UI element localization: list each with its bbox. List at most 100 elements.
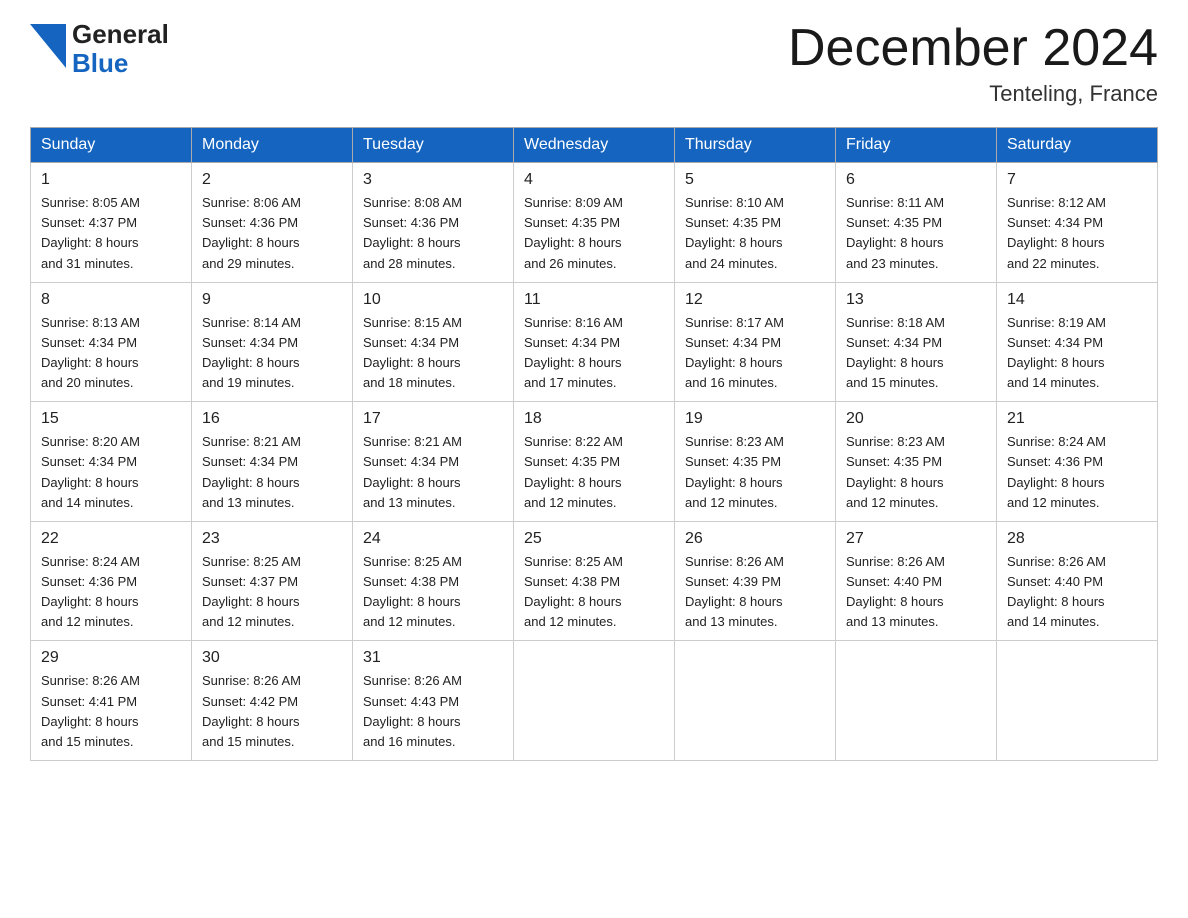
- day-info: Sunrise: 8:18 AM Sunset: 4:34 PM Dayligh…: [846, 313, 986, 394]
- day-number: 18: [524, 410, 664, 428]
- calendar-header-friday: Friday: [836, 128, 997, 163]
- calendar-cell: 13 Sunrise: 8:18 AM Sunset: 4:34 PM Dayli…: [836, 282, 997, 402]
- calendar-cell: 17Sunrise: 8:21 AM Sunset: 4:34 PM Dayli…: [353, 402, 514, 522]
- calendar-header-thursday: Thursday: [675, 128, 836, 163]
- day-number: 16: [202, 410, 342, 428]
- day-number: 19: [685, 410, 825, 428]
- day-info: Sunrise: 8:26 AM Sunset: 4:39 PM Dayligh…: [685, 552, 825, 633]
- calendar-cell: 26 Sunrise: 8:26 AM Sunset: 4:39 PM Dayli…: [675, 521, 836, 641]
- calendar-cell: 29Sunrise: 8:26 AM Sunset: 4:41 PM Dayli…: [31, 641, 192, 761]
- month-title: December 2024: [788, 20, 1158, 77]
- day-number: 23: [202, 530, 342, 548]
- day-info: Sunrise: 8:24 AM Sunset: 4:36 PM Dayligh…: [41, 552, 181, 633]
- calendar-cell: 1 Sunrise: 8:05 AM Sunset: 4:37 PM Daylig…: [31, 163, 192, 283]
- calendar-cell: 18 Sunrise: 8:22 AM Sunset: 4:35 PM Dayli…: [514, 402, 675, 522]
- day-number: 27: [846, 530, 986, 548]
- day-info: Sunrise: 8:14 AM Sunset: 4:34 PM Dayligh…: [202, 313, 342, 394]
- calendar-week-row: 22Sunrise: 8:24 AM Sunset: 4:36 PM Dayli…: [31, 521, 1158, 641]
- day-info: Sunrise: 8:22 AM Sunset: 4:35 PM Dayligh…: [524, 432, 664, 513]
- day-number: 7: [1007, 171, 1147, 189]
- calendar-cell: 10Sunrise: 8:15 AM Sunset: 4:34 PM Dayli…: [353, 282, 514, 402]
- calendar-cell: 3 Sunrise: 8:08 AM Sunset: 4:36 PM Daylig…: [353, 163, 514, 283]
- day-number: 1: [41, 171, 181, 189]
- calendar-week-row: 29Sunrise: 8:26 AM Sunset: 4:41 PM Dayli…: [31, 641, 1158, 761]
- calendar-week-row: 8 Sunrise: 8:13 AM Sunset: 4:34 PM Daylig…: [31, 282, 1158, 402]
- calendar-cell: 30Sunrise: 8:26 AM Sunset: 4:42 PM Dayli…: [192, 641, 353, 761]
- day-number: 31: [363, 649, 503, 667]
- calendar-header-wednesday: Wednesday: [514, 128, 675, 163]
- calendar-cell: 2Sunrise: 8:06 AM Sunset: 4:36 PM Daylig…: [192, 163, 353, 283]
- calendar-table: SundayMondayTuesdayWednesdayThursdayFrid…: [30, 127, 1158, 761]
- calendar-cell: 27 Sunrise: 8:26 AM Sunset: 4:40 PM Dayli…: [836, 521, 997, 641]
- day-number: 5: [685, 171, 825, 189]
- day-info: Sunrise: 8:11 AM Sunset: 4:35 PM Dayligh…: [846, 193, 986, 274]
- day-info: Sunrise: 8:25 AM Sunset: 4:37 PM Dayligh…: [202, 552, 342, 633]
- day-info: Sunrise: 8:13 AM Sunset: 4:34 PM Dayligh…: [41, 313, 181, 394]
- day-info: Sunrise: 8:12 AM Sunset: 4:34 PM Dayligh…: [1007, 193, 1147, 274]
- day-number: 13: [846, 291, 986, 309]
- logo: General Blue: [30, 20, 169, 77]
- day-info: Sunrise: 8:26 AM Sunset: 4:40 PM Dayligh…: [1007, 552, 1147, 633]
- calendar-cell: 31 Sunrise: 8:26 AM Sunset: 4:43 PM Dayli…: [353, 641, 514, 761]
- calendar-week-row: 1 Sunrise: 8:05 AM Sunset: 4:37 PM Daylig…: [31, 163, 1158, 283]
- day-number: 3: [363, 171, 503, 189]
- calendar-header-tuesday: Tuesday: [353, 128, 514, 163]
- calendar-cell: 11 Sunrise: 8:16 AM Sunset: 4:34 PM Dayli…: [514, 282, 675, 402]
- calendar-cell: 25 Sunrise: 8:25 AM Sunset: 4:38 PM Dayli…: [514, 521, 675, 641]
- logo-line1: General: [72, 20, 169, 49]
- calendar-cell: 24Sunrise: 8:25 AM Sunset: 4:38 PM Dayli…: [353, 521, 514, 641]
- day-number: 8: [41, 291, 181, 309]
- day-info: Sunrise: 8:08 AM Sunset: 4:36 PM Dayligh…: [363, 193, 503, 274]
- day-info: Sunrise: 8:26 AM Sunset: 4:43 PM Dayligh…: [363, 671, 503, 752]
- day-number: 17: [363, 410, 503, 428]
- day-info: Sunrise: 8:25 AM Sunset: 4:38 PM Dayligh…: [524, 552, 664, 633]
- calendar-cell: 19 Sunrise: 8:23 AM Sunset: 4:35 PM Dayli…: [675, 402, 836, 522]
- calendar-cell: 6Sunrise: 8:11 AM Sunset: 4:35 PM Daylig…: [836, 163, 997, 283]
- calendar-cell: 22Sunrise: 8:24 AM Sunset: 4:36 PM Dayli…: [31, 521, 192, 641]
- calendar-header-saturday: Saturday: [997, 128, 1158, 163]
- calendar-cell: [997, 641, 1158, 761]
- location-title: Tenteling, France: [788, 81, 1158, 107]
- calendar-cell: 23 Sunrise: 8:25 AM Sunset: 4:37 PM Dayli…: [192, 521, 353, 641]
- day-number: 9: [202, 291, 342, 309]
- day-number: 2: [202, 171, 342, 189]
- day-number: 10: [363, 291, 503, 309]
- calendar-cell: 15Sunrise: 8:20 AM Sunset: 4:34 PM Dayli…: [31, 402, 192, 522]
- calendar-cell: 4 Sunrise: 8:09 AM Sunset: 4:35 PM Daylig…: [514, 163, 675, 283]
- calendar-cell: [514, 641, 675, 761]
- day-info: Sunrise: 8:23 AM Sunset: 4:35 PM Dayligh…: [846, 432, 986, 513]
- calendar-header-monday: Monday: [192, 128, 353, 163]
- day-number: 21: [1007, 410, 1147, 428]
- day-number: 15: [41, 410, 181, 428]
- calendar-cell: 5 Sunrise: 8:10 AM Sunset: 4:35 PM Daylig…: [675, 163, 836, 283]
- calendar-cell: [675, 641, 836, 761]
- page-header: General Blue December 2024 Tenteling, Fr…: [30, 20, 1158, 107]
- day-number: 24: [363, 530, 503, 548]
- day-info: Sunrise: 8:09 AM Sunset: 4:35 PM Dayligh…: [524, 193, 664, 274]
- title-area: December 2024 Tenteling, France: [788, 20, 1158, 107]
- logo-icon: [30, 24, 66, 68]
- day-number: 28: [1007, 530, 1147, 548]
- day-info: Sunrise: 8:23 AM Sunset: 4:35 PM Dayligh…: [685, 432, 825, 513]
- day-number: 11: [524, 291, 664, 309]
- day-number: 25: [524, 530, 664, 548]
- day-info: Sunrise: 8:26 AM Sunset: 4:41 PM Dayligh…: [41, 671, 181, 752]
- calendar-cell: 12Sunrise: 8:17 AM Sunset: 4:34 PM Dayli…: [675, 282, 836, 402]
- logo-text: General Blue: [72, 20, 169, 77]
- day-number: 26: [685, 530, 825, 548]
- calendar-week-row: 15Sunrise: 8:20 AM Sunset: 4:34 PM Dayli…: [31, 402, 1158, 522]
- day-info: Sunrise: 8:26 AM Sunset: 4:40 PM Dayligh…: [846, 552, 986, 633]
- day-number: 4: [524, 171, 664, 189]
- day-info: Sunrise: 8:10 AM Sunset: 4:35 PM Dayligh…: [685, 193, 825, 274]
- calendar-cell: 7 Sunrise: 8:12 AM Sunset: 4:34 PM Daylig…: [997, 163, 1158, 283]
- day-info: Sunrise: 8:24 AM Sunset: 4:36 PM Dayligh…: [1007, 432, 1147, 513]
- day-info: Sunrise: 8:16 AM Sunset: 4:34 PM Dayligh…: [524, 313, 664, 394]
- calendar-cell: 14Sunrise: 8:19 AM Sunset: 4:34 PM Dayli…: [997, 282, 1158, 402]
- day-info: Sunrise: 8:17 AM Sunset: 4:34 PM Dayligh…: [685, 313, 825, 394]
- logo-line2: Blue: [72, 49, 169, 78]
- calendar-cell: 20Sunrise: 8:23 AM Sunset: 4:35 PM Dayli…: [836, 402, 997, 522]
- calendar-header-row: SundayMondayTuesdayWednesdayThursdayFrid…: [31, 128, 1158, 163]
- day-info: Sunrise: 8:26 AM Sunset: 4:42 PM Dayligh…: [202, 671, 342, 752]
- day-info: Sunrise: 8:05 AM Sunset: 4:37 PM Dayligh…: [41, 193, 181, 274]
- calendar-cell: 21 Sunrise: 8:24 AM Sunset: 4:36 PM Dayli…: [997, 402, 1158, 522]
